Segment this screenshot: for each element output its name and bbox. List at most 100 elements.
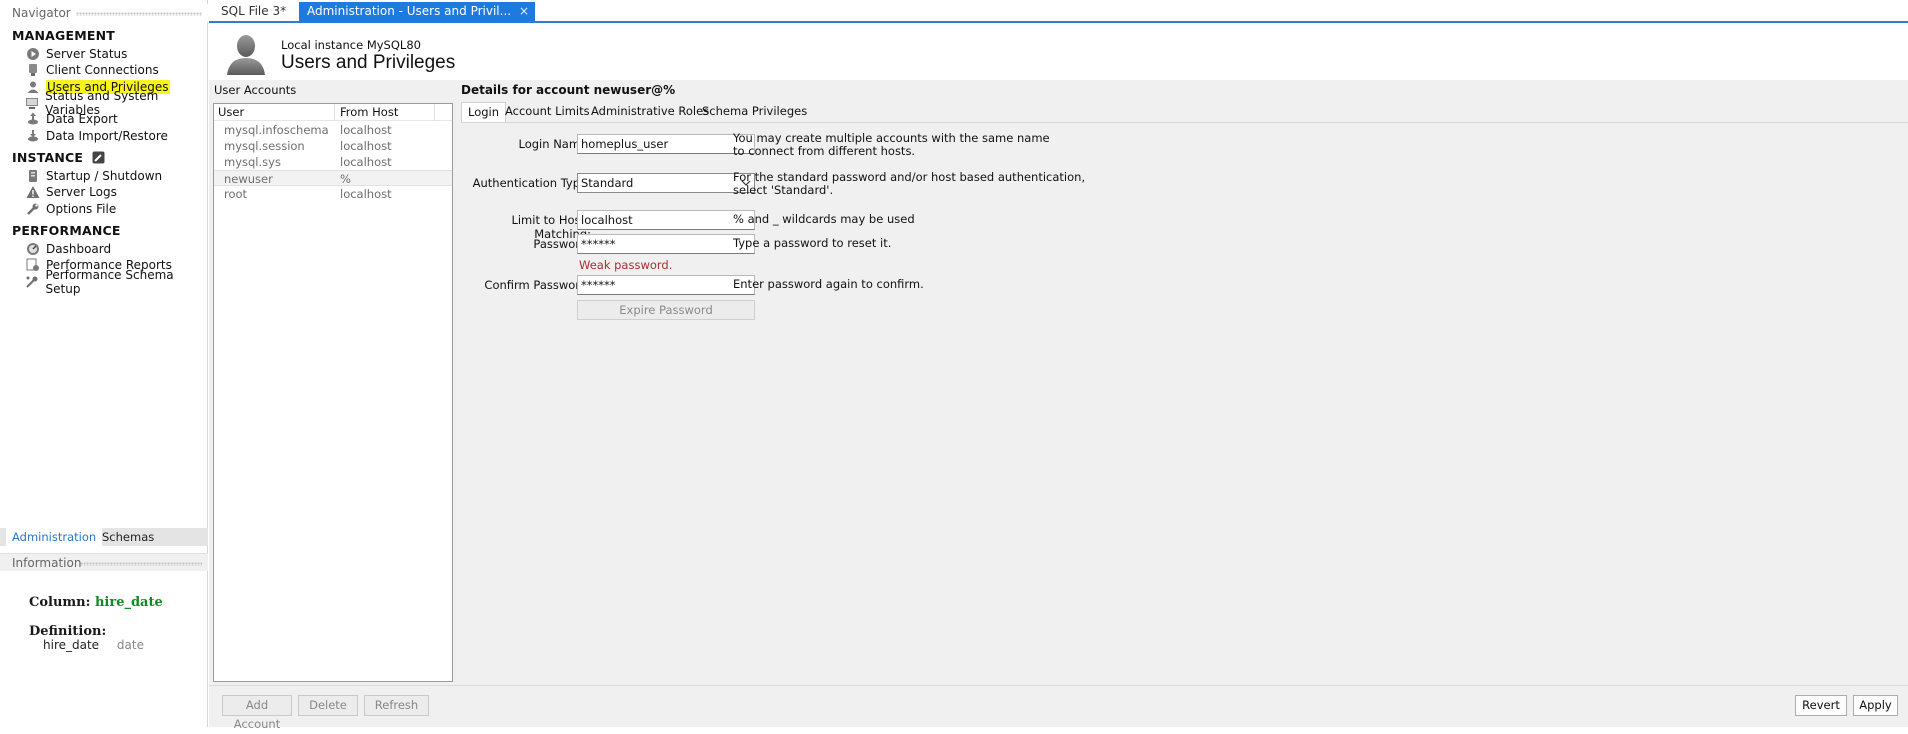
confirm-password-input[interactable]: ****** — [577, 275, 755, 295]
user-icon — [25, 80, 40, 95]
table-row-selected[interactable]: newuser % — [214, 170, 452, 186]
info-column-label: Column: — [29, 595, 91, 610]
connection-icon — [25, 63, 40, 78]
password-input[interactable]: ****** — [577, 234, 755, 254]
section-instance-label: INSTANCE — [12, 150, 84, 165]
table-row[interactable]: mysql.session localhost — [214, 138, 452, 154]
table-row[interactable]: root localhost — [214, 186, 452, 202]
main-area: Local instance MySQL80 Users and Privile… — [209, 24, 1908, 731]
info-def-name: hire_date — [43, 638, 100, 652]
nav-item-label: Data Export — [46, 112, 118, 126]
tools-icon — [25, 275, 40, 290]
add-account-button[interactable]: Add Account — [222, 695, 292, 731]
login-name-input[interactable]: homeplus_user — [577, 134, 755, 154]
hosts-input[interactable]: localhost — [577, 210, 755, 230]
login-name-help: You may create multiple accounts with th… — [733, 132, 1050, 158]
tab-schemas[interactable]: Schemas — [96, 528, 160, 546]
nav-item-data-export[interactable]: Data Export — [25, 110, 118, 128]
cell-host: localhost — [340, 155, 392, 169]
refresh-button[interactable]: Refresh — [364, 695, 429, 716]
information-header: Information — [0, 553, 208, 571]
confirm-password-label: Confirm Password: — [484, 278, 591, 292]
info-def-type: date — [116, 638, 144, 652]
nav-item-label: Dashboard — [46, 242, 112, 256]
info-column: Column: hire_date — [29, 595, 163, 610]
page-subtitle: Local instance MySQL80 — [281, 38, 421, 52]
nav-item-label: Startup / Shutdown — [46, 169, 163, 183]
nav-item-label: Options File — [46, 202, 117, 216]
nav-item-label: Server Logs — [46, 185, 117, 199]
nav-item-label: Client Connections — [46, 63, 159, 77]
login-name-label: Login Name: — [518, 137, 591, 151]
auth-type-label: Authentication Type: — [472, 176, 591, 190]
page-title: Users and Privileges — [281, 52, 456, 73]
cell-user: mysql.infoschema — [224, 123, 329, 137]
password-label: Password: — [533, 237, 591, 251]
expire-password-button[interactable]: Expire Password — [577, 300, 755, 320]
auth-type-select[interactable]: Standard — [577, 173, 755, 193]
monitor-icon — [25, 96, 39, 111]
navigator-grip[interactable] — [76, 12, 202, 16]
user-accounts-label: User Accounts — [214, 83, 297, 97]
password-help: Type a password to reset it. — [733, 236, 892, 250]
cell-user: mysql.session — [224, 139, 305, 153]
tab-schema-privileges[interactable]: Schema Privileges — [696, 102, 813, 122]
export-icon — [25, 112, 40, 127]
close-icon[interactable]: × — [519, 2, 529, 21]
confirm-password-help: Enter password again to confirm. — [733, 277, 924, 291]
wrench-icon — [25, 202, 40, 217]
instance-settings-icon[interactable] — [92, 151, 105, 167]
details-tabs: Login Account Limits Administrative Role… — [461, 102, 1908, 122]
section-management-title: MANAGEMENT — [12, 28, 116, 43]
table-row[interactable]: mysql.infoschema localhost — [214, 122, 452, 138]
play-circle-icon — [25, 47, 40, 62]
navigator-panel: Navigator MANAGEMENT Server Status Clien… — [0, 0, 208, 727]
cell-host: localhost — [340, 187, 392, 201]
apply-button[interactable]: Apply — [1853, 695, 1898, 716]
nav-item-performance-schema-setup[interactable]: Performance Schema Setup — [25, 268, 207, 296]
information-grip[interactable] — [80, 562, 202, 566]
tab-sql-file[interactable]: SQL File 3* — [213, 2, 294, 21]
gauge-icon — [25, 242, 40, 257]
cell-user: root — [224, 187, 248, 201]
delete-button[interactable]: Delete — [298, 695, 358, 716]
column-separator[interactable] — [434, 104, 435, 121]
auth-type-help: For the standard password and/or host ba… — [733, 171, 1085, 197]
revert-button[interactable]: Revert — [1795, 695, 1847, 716]
nav-item-label: Data Import/Restore — [46, 129, 168, 143]
document-tab-bar: SQL File 3* Administration - Users and P… — [209, 0, 1908, 23]
server-icon — [25, 169, 40, 184]
cell-host: localhost — [340, 123, 392, 137]
details-title: Details for account newuser@% — [461, 83, 676, 97]
column-separator[interactable] — [334, 104, 335, 121]
tab-administration[interactable]: Administration — [6, 528, 103, 546]
nav-item-client-connections[interactable]: Client Connections — [25, 61, 159, 79]
cell-host: % — [340, 172, 351, 186]
section-performance-title: PERFORMANCE — [12, 223, 121, 238]
navigator-tabs: Administration Schemas — [0, 528, 208, 546]
nav-item-label: Server Status — [46, 47, 128, 61]
login-panel: Login Name: homeplus_user You may create… — [461, 122, 1908, 682]
import-icon — [25, 129, 40, 144]
nav-item-label: Performance Schema Setup — [45, 268, 174, 296]
warning-icon — [25, 185, 40, 200]
user-accounts-list[interactable]: User From Host mysql.infoschema localhos… — [213, 103, 453, 682]
tab-administration-users[interactable]: Administration - Users and Privil... × — [299, 2, 536, 21]
tab-administration-label: Administration - Users and Privil... — [307, 4, 512, 18]
table-row[interactable]: mysql.sys localhost — [214, 154, 452, 170]
column-header-user[interactable]: User — [218, 105, 244, 119]
nav-item-data-import-restore[interactable]: Data Import/Restore — [25, 127, 168, 145]
weak-password-warning: Weak password. — [579, 258, 673, 272]
page-header: Local instance MySQL80 Users and Privile… — [209, 24, 1908, 80]
auth-help-line: select 'Standard'. — [733, 183, 834, 197]
cell-user: mysql.sys — [224, 155, 281, 169]
nav-item-server-logs[interactable]: Server Logs — [25, 183, 117, 201]
bottom-toolbar: Add Account Delete Refresh Revert Apply — [209, 685, 1908, 731]
information-title: Information — [12, 556, 82, 570]
tab-account-limits[interactable]: Account Limits — [499, 102, 596, 122]
info-definition-label: Definition: — [29, 624, 107, 639]
section-instance-title: INSTANCE — [12, 150, 105, 167]
navigator-title: Navigator — [12, 6, 71, 20]
nav-item-options-file[interactable]: Options File — [25, 200, 116, 218]
column-header-from-host[interactable]: From Host — [340, 105, 398, 119]
